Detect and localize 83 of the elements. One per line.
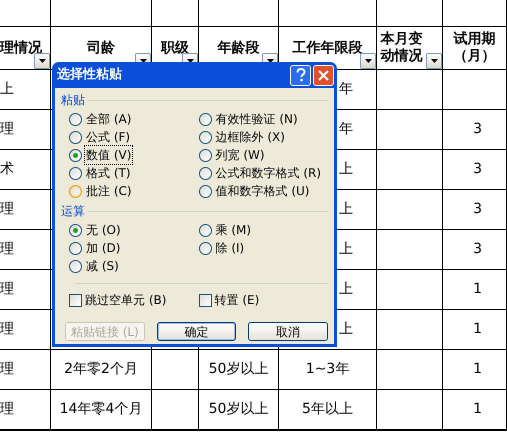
radio-button[interactable] [69,112,82,126]
table-cell [377,110,443,150]
radio-button[interactable] [69,148,82,162]
radio-button[interactable] [69,242,82,254]
window-title: 选择性粘贴 [57,66,122,84]
group-label: 粘贴 [61,92,85,109]
radio-button[interactable] [198,224,212,236]
radio-button[interactable] [198,242,212,254]
table-cell [377,310,443,350]
table-cell: 理 [0,310,51,350]
table-cell: 理 [0,230,51,270]
question-mark-icon [296,68,306,82]
table-cell: 50岁以上 [199,390,279,430]
column-header: 工作年限段 [292,40,362,56]
radio-button[interactable] [69,184,82,198]
column-header: 年龄段 [218,40,260,56]
radio-button[interactable] [69,260,82,272]
table-cell: 1 [443,350,507,390]
table-cell: 50岁以上 [199,350,279,390]
option-label: 全部 (A) [85,111,132,128]
checkbox[interactable] [69,294,82,306]
option-label: 列宽 (W) [214,147,266,164]
column-header: 本月变动情况 [379,31,424,65]
option-label: 批注 (C) [85,183,133,200]
table-cell: 理 [0,350,51,390]
caret-down-icon [364,59,372,63]
filter-dropdown-button[interactable] [426,53,442,69]
option-label: 无 (O) [85,222,122,239]
filter-dropdown-button[interactable] [34,53,50,69]
radio-button[interactable] [198,148,212,162]
group-label: 运算 [61,203,85,220]
dialog-button[interactable]: 取消 [248,322,328,341]
caret-down-icon [430,59,438,63]
table-cell: 理 [0,190,51,230]
option-label: 数值 (V) [85,146,132,164]
table-cell: 3 [443,150,507,190]
table-cell: 1~3年 [279,350,377,390]
radio-button[interactable] [198,130,212,144]
close-icon [318,70,329,80]
option-label: 公式 (F) [85,129,132,146]
table-cell [377,150,443,190]
table-cell [377,190,443,230]
radio-button[interactable] [69,166,82,180]
filter-dropdown-button[interactable] [360,53,376,69]
radio-button[interactable] [198,166,212,180]
option-label: 格式 (T) [85,165,132,182]
column-header: 职级 [161,40,189,56]
caret-down-icon [38,59,46,63]
radio-button[interactable] [198,184,212,198]
table-cell: 3 [443,190,507,230]
table-cell: 上 [0,70,51,110]
option-label: 减 (S) [85,258,120,275]
table-cell: 理 [0,390,51,430]
table-cell: 5年以上 [279,390,377,430]
table-cell: 3 [443,110,507,150]
table-cell: 理 [0,270,51,310]
table-cell: 1 [443,390,507,430]
option-label: 加 (D) [85,240,122,257]
option-label: 除 (I) [214,240,246,257]
help-button[interactable] [290,64,311,86]
table-cell: 理 [0,110,51,150]
table-cell: 3 [443,230,507,270]
checkbox[interactable] [198,294,212,306]
radio-button[interactable] [69,130,82,144]
table-cell: 2年零2个月 [51,350,152,390]
dialog-button[interactable]: 确定 [156,322,236,341]
radio-button[interactable] [69,224,82,236]
radio-button[interactable] [198,112,212,126]
table-cell [377,230,443,270]
column-header: 试用期（月） [452,31,496,65]
column-header: 司龄 [87,40,115,56]
table-cell: 14年零4个月 [51,390,152,430]
table-cell [377,350,443,390]
table-cell: 1 [443,310,507,350]
table-cell [152,350,199,390]
option-label: 乘 (M) [214,222,252,239]
checkbox-label: 转置 (E) [214,292,260,309]
table-cell: 术 [0,150,51,190]
column-header: 理情况 [0,40,42,56]
close-button[interactable] [313,64,334,86]
table-cell: 1 [443,270,507,310]
checkbox-label: 跳过空单元 (B) [85,292,166,309]
table-cell [377,270,443,310]
